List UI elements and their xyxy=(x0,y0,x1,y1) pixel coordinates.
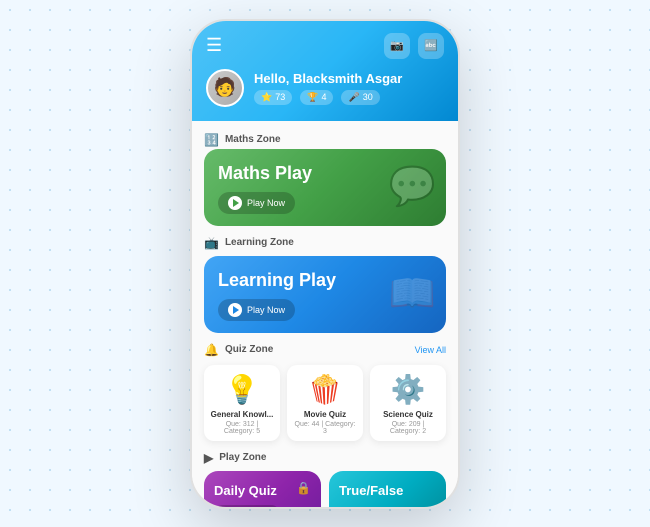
translate-icon[interactable]: 🔤 xyxy=(418,33,444,59)
play-zone-icon: ▶ xyxy=(204,451,213,465)
learning-zone-icon: 📺 xyxy=(204,236,219,250)
learning-play-button[interactable]: Play Now xyxy=(218,299,295,321)
phone-frame: ☰ 📷 🔤 🧑 Hello, Blacksmith Asgar ⭐ 73 🏆 4… xyxy=(190,19,460,509)
menu-icon[interactable]: ☰ xyxy=(206,35,222,56)
quiz-zone-label: 🔔 Quiz Zone xyxy=(204,343,273,357)
play-zone-cards: Daily Quiz 🔒 Play Now True/False Play No… xyxy=(204,471,446,507)
true-false-card[interactable]: True/False Play Now xyxy=(329,471,446,507)
quiz-sub-science: Que: 209 | Category: 2 xyxy=(376,421,440,435)
maths-watermark-icon: 💬 xyxy=(389,165,436,209)
stat-mic: 🎤 30 xyxy=(341,90,379,105)
camera-icon[interactable]: 📷 xyxy=(384,33,410,59)
quiz-emoji-science: ⚙️ xyxy=(376,373,440,406)
quiz-sub-general: Que: 312 | Category: 5 xyxy=(210,421,274,435)
user-row: 🧑 Hello, Blacksmith Asgar ⭐ 73 🏆 4 🎤 30 xyxy=(206,69,444,107)
play-circle-icon-2 xyxy=(228,303,242,317)
view-all-button[interactable]: View All xyxy=(415,345,446,355)
quiz-title-movie: Movie Quiz xyxy=(293,410,357,419)
quiz-zone-icon: 🔔 xyxy=(204,343,219,357)
header-top-row: ☰ 📷 🔤 xyxy=(206,33,444,59)
user-info: Hello, Blacksmith Asgar ⭐ 73 🏆 4 🎤 30 xyxy=(254,71,402,105)
play-triangle-icon xyxy=(233,199,239,207)
quiz-emoji-movie: 🍿 xyxy=(293,373,357,406)
stat-trophies: 🏆 4 xyxy=(300,90,333,105)
play-triangle-icon-2 xyxy=(233,306,239,314)
avatar: 🧑 xyxy=(206,69,244,107)
maths-play-button[interactable]: Play Now xyxy=(218,192,295,214)
user-stats: ⭐ 73 🏆 4 🎤 30 xyxy=(254,90,402,105)
user-greeting: Hello, Blacksmith Asgar xyxy=(254,71,402,86)
lock-icon: 🔒 xyxy=(296,481,311,495)
daily-quiz-card[interactable]: Daily Quiz 🔒 Play Now xyxy=(204,471,321,507)
quiz-title-science: Science Quiz xyxy=(376,410,440,419)
learning-card[interactable]: Learning Play Play Now 📖 xyxy=(204,256,446,333)
maths-card[interactable]: Maths Play Play Now 💬 xyxy=(204,149,446,226)
quiz-emoji-general: 💡 xyxy=(210,373,274,406)
learning-zone-label: 📺 Learning Zone xyxy=(204,236,446,250)
quiz-card-general[interactable]: 💡 General Knowl... Que: 312 | Category: … xyxy=(204,365,280,441)
learning-watermark-icon: 📖 xyxy=(389,272,436,316)
play-circle-icon xyxy=(228,196,242,210)
quiz-zone-header: 🔔 Quiz Zone View All xyxy=(204,343,446,357)
maths-zone-label: 🔢 Maths Zone xyxy=(204,133,446,147)
quiz-sub-movie: Que: 44 | Category: 3 xyxy=(293,421,357,435)
maths-zone-icon: 🔢 xyxy=(204,133,219,147)
true-false-title: True/False xyxy=(339,483,436,498)
header-actions: 📷 🔤 xyxy=(384,33,444,59)
play-zone-label: ▶ Play Zone xyxy=(204,451,446,465)
main-content: 🔢 Maths Zone Maths Play Play Now 💬 📺 Lea… xyxy=(192,121,458,507)
quiz-cards-row: 💡 General Knowl... Que: 312 | Category: … xyxy=(204,365,446,441)
daily-quiz-play-button[interactable]: Play Now xyxy=(214,505,280,507)
quiz-card-movie[interactable]: 🍿 Movie Quiz Que: 44 | Category: 3 xyxy=(287,365,363,441)
quiz-title-general: General Knowl... xyxy=(210,410,274,419)
app-header: ☰ 📷 🔤 🧑 Hello, Blacksmith Asgar ⭐ 73 🏆 4… xyxy=(192,21,458,121)
stat-stars: ⭐ 73 xyxy=(254,90,292,105)
quiz-card-science[interactable]: ⚙️ Science Quiz Que: 209 | Category: 2 xyxy=(370,365,446,441)
